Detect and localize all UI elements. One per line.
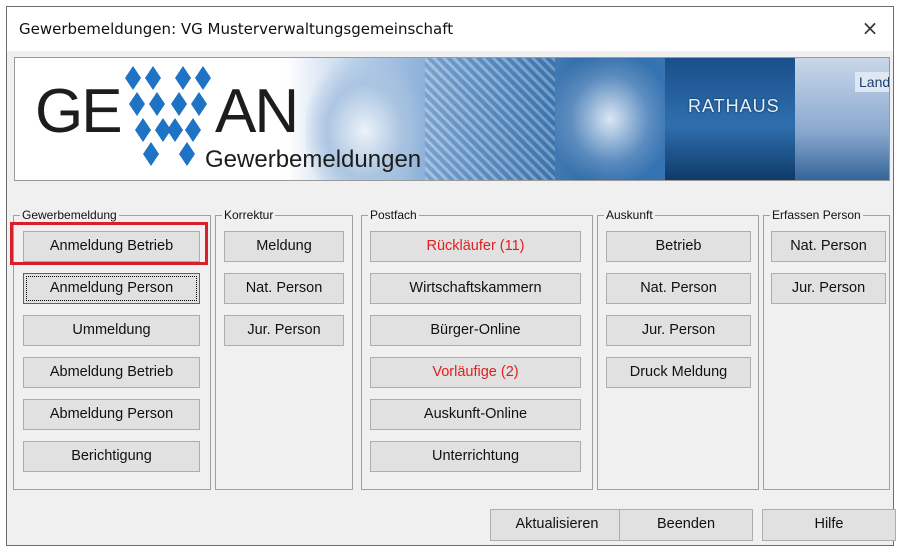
ummeldung-button[interactable]: Ummeldung (23, 315, 200, 346)
close-icon[interactable]: × (855, 13, 885, 43)
druck-meldung-button[interactable]: Druck Meldung (606, 357, 751, 388)
beenden-button[interactable]: Beenden (619, 509, 753, 541)
abmeldung-betrieb-button[interactable]: Abmeldung Betrieb (23, 357, 200, 388)
unterrichtung-button[interactable]: Unterrichtung (370, 441, 581, 472)
hilfe-button[interactable]: Hilfe (762, 509, 896, 541)
abmeldung-person-button[interactable]: Abmeldung Person (23, 399, 200, 430)
erfassen-nat-person-button[interactable]: Nat. Person (771, 231, 886, 262)
rathaus-sign: RATHAUS (688, 96, 780, 116)
title-bar: Gewerbemeldungen: VG Musterverwaltungsge… (7, 7, 893, 51)
anmeldung-person-button[interactable]: Anmeldung Person (23, 273, 200, 304)
selection-highlight (10, 222, 208, 265)
group-label-erfassen-person: Erfassen Person (770, 208, 863, 222)
keyboard-photo (555, 58, 665, 180)
logo-text-right: AN (215, 77, 299, 146)
berichtigung-button[interactable]: Berichtigung (23, 441, 200, 472)
auskunft-jur-person-button[interactable]: Jur. Person (606, 315, 751, 346)
group-auskunft: Auskunft Betrieb Nat. Person Jur. Person… (597, 208, 759, 490)
group-label-auskunft: Auskunft (604, 208, 655, 222)
wirtschaftskammern-button[interactable]: Wirtschaftskammern (370, 273, 581, 304)
erfassen-jur-person-button[interactable]: Jur. Person (771, 273, 886, 304)
group-label-korrektur: Korrektur (222, 208, 276, 222)
auskunft-online-button[interactable]: Auskunft-Online (370, 399, 581, 430)
korrektur-nat-person-button[interactable]: Nat. Person (224, 273, 344, 304)
auskunft-nat-person-button[interactable]: Nat. Person (606, 273, 751, 304)
group-postfach: Postfach Rückläufer (11) Wirtschaftskamm… (361, 208, 593, 490)
group-erfassen-person: Erfassen Person Nat. Person Jur. Person (763, 208, 890, 490)
group-label-postfach: Postfach (368, 208, 419, 222)
city-hall-photo (665, 58, 795, 180)
dialog-window: Gewerbemeldungen: VG Musterverwaltungsge… (6, 6, 896, 546)
chart-photo (425, 58, 555, 180)
landrat-sign: Landrat (855, 72, 889, 92)
buerger-online-button[interactable]: Bürger-Online (370, 315, 581, 346)
vorlaeufige-button[interactable]: Vorläufige (2) (370, 357, 581, 388)
group-korrektur: Korrektur Meldung Nat. Person Jur. Perso… (215, 208, 353, 490)
banner-image: RATHAUS Landrat GE AN Gewerbemeld (14, 57, 890, 181)
logo-text-left: GE (35, 77, 123, 146)
korrektur-jur-person-button[interactable]: Jur. Person (224, 315, 344, 346)
ruecklaeufer-button[interactable]: Rückläufer (11) (370, 231, 581, 262)
window-title: Gewerbemeldungen: VG Musterverwaltungsge… (19, 20, 454, 38)
auskunft-betrieb-button[interactable]: Betrieb (606, 231, 751, 262)
group-label-gewerbemeldung: Gewerbemeldung (20, 208, 119, 222)
aktualisieren-button[interactable]: Aktualisieren (490, 509, 624, 541)
logo-subtitle: Gewerbemeldungen (205, 146, 422, 173)
korrektur-meldung-button[interactable]: Meldung (224, 231, 344, 262)
